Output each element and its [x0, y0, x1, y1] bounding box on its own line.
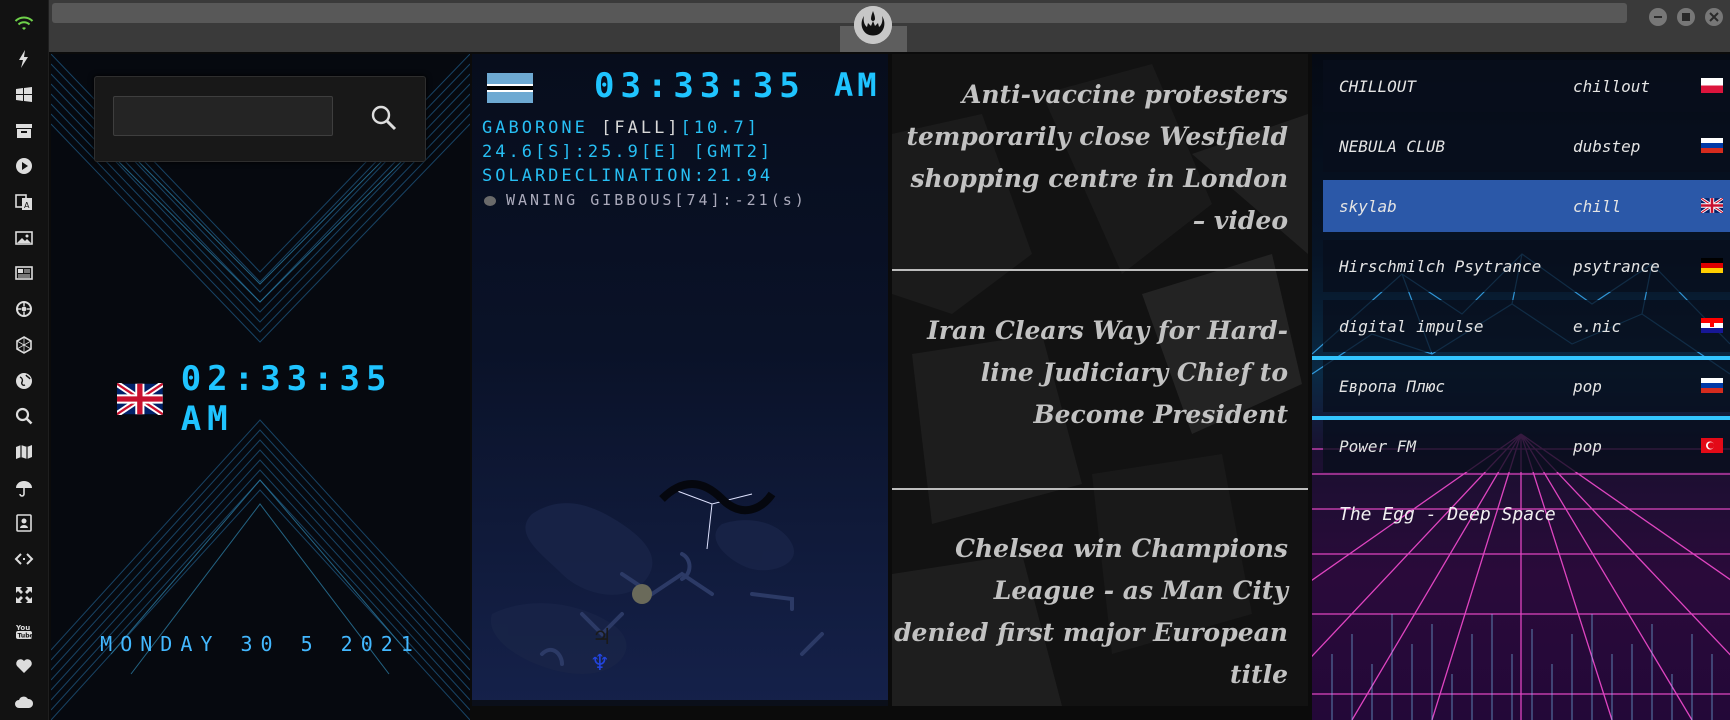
- coords-line: 24.6[S]:25.9[E] [GMT2]: [482, 142, 774, 162]
- wifi-icon[interactable]: [11, 11, 37, 36]
- cloud-icon[interactable]: [11, 689, 37, 714]
- local-clock: 02:33:35 AM: [117, 359, 470, 439]
- location-line: GABORONE [FALL][10.7]: [482, 118, 760, 138]
- russia-flag-icon: [1701, 378, 1723, 393]
- news-headline[interactable]: Anti-vaccine protesters temporarily clos…: [892, 74, 1308, 242]
- svg-text:A: A: [24, 201, 30, 210]
- radio-station[interactable]: Hirschmilch Psytrance psytrance: [1323, 240, 1730, 292]
- day-length: [10.7]: [680, 118, 760, 138]
- station-name: Hirschmilch Psytrance: [1339, 256, 1542, 276]
- station-genre: chillout: [1573, 76, 1651, 96]
- uk-flag-icon: [117, 383, 163, 415]
- code-icon[interactable]: [11, 547, 37, 572]
- world-clock-panel: ♃ ♆ 03:33:35 AM GABORONE [FALL][10.7] 24…: [472, 54, 888, 706]
- minimize-icon[interactable]: [1649, 8, 1667, 26]
- archive-icon[interactable]: [11, 118, 37, 143]
- botswana-flag-icon: [487, 73, 533, 103]
- map-icon[interactable]: [11, 439, 37, 464]
- contact-card-icon[interactable]: [11, 511, 37, 536]
- station-genre: dubstep: [1573, 136, 1641, 156]
- moon-suffix: (s): [770, 191, 807, 209]
- play-icon[interactable]: [11, 154, 37, 179]
- gear-wheel-icon[interactable]: [11, 297, 37, 322]
- maximize-icon[interactable]: [1677, 8, 1695, 26]
- hexagon-icon[interactable]: [11, 332, 37, 357]
- news-panel: Anti-vaccine protesters temporarily clos…: [892, 54, 1308, 706]
- expand-icon[interactable]: [11, 582, 37, 607]
- svg-text:Tube: Tube: [18, 632, 34, 639]
- moon-phase: WANING GIBBOUS[74]:-21: [506, 191, 771, 209]
- now-playing: The Egg - Deep Space: [1339, 504, 1556, 525]
- germany-flag-icon: [1701, 258, 1723, 273]
- radio-station[interactable]: Power FM pop: [1323, 420, 1730, 472]
- station-genre: chill: [1573, 196, 1622, 216]
- svg-text:♆: ♆: [590, 651, 610, 676]
- turkey-flag-icon: [1701, 438, 1723, 453]
- search-input[interactable]: [113, 96, 333, 136]
- poland-flag-icon: [1701, 78, 1723, 93]
- moon-icon: [484, 195, 496, 206]
- city-name: GABORONE: [482, 118, 602, 138]
- station-name: skylab: [1339, 196, 1397, 216]
- news-headline[interactable]: Chelsea win Champions League - as Man Ci…: [892, 528, 1308, 696]
- station-name: Европа Плюс: [1339, 376, 1445, 396]
- radio-station[interactable]: NEBULA CLUB dubstep: [1323, 120, 1730, 172]
- youtube-icon[interactable]: You Tube: [11, 618, 37, 643]
- radio-station[interactable]: CHILLOUT chillout: [1323, 60, 1730, 112]
- local-date: MONDAY 30 5 2021: [100, 632, 421, 656]
- umbrella-icon[interactable]: [11, 475, 37, 500]
- radio-station[interactable]: Европа Плюс pop: [1323, 360, 1730, 412]
- lightning-icon[interactable]: [11, 47, 37, 72]
- moon-phase-line: WANING GIBBOUS[74]:-21(s): [484, 191, 807, 209]
- local-clock-panel: 02:33:35 AM MONDAY 30 5 2021: [51, 54, 470, 720]
- radio-station[interactable]: digital impulse e.nic: [1323, 300, 1730, 352]
- station-genre: pop: [1573, 376, 1602, 396]
- windows-icon[interactable]: [11, 82, 37, 107]
- close-icon[interactable]: [1705, 8, 1723, 26]
- sidebar: A You Tube: [0, 0, 49, 720]
- title-track[interactable]: [52, 3, 1627, 23]
- translate-icon[interactable]: A: [11, 190, 37, 215]
- radio-panel: CHILLOUT chillout NEBULA CLUB dubstep sk…: [1312, 54, 1730, 720]
- world-ampm: AM: [834, 66, 881, 104]
- station-name: NEBULA CLUB: [1339, 136, 1445, 156]
- world-time: 03:33:35: [594, 66, 806, 106]
- search-button[interactable]: [369, 103, 399, 133]
- radio-station-active[interactable]: skylab chill: [1323, 180, 1730, 232]
- svg-text:♃: ♃: [592, 625, 612, 650]
- news-divider: [892, 488, 1308, 490]
- news-divider: [892, 269, 1308, 271]
- globe-icon[interactable]: [11, 368, 37, 393]
- declination-line: SOLARDECLINATION:21.94: [482, 166, 774, 186]
- station-genre: pop: [1573, 436, 1602, 456]
- heart-icon[interactable]: [11, 654, 37, 679]
- uk-flag-icon: [1701, 198, 1723, 213]
- croatia-flag-icon: [1701, 318, 1723, 333]
- image-icon[interactable]: [11, 225, 37, 250]
- news-headline[interactable]: Iran Clears Way for Hard-line Judiciary …: [892, 310, 1308, 436]
- news-icon[interactable]: [11, 261, 37, 286]
- station-name: digital impulse: [1339, 316, 1484, 336]
- russia-flag-icon: [1701, 138, 1723, 153]
- search-icon: [371, 105, 397, 131]
- panel-footer: [472, 700, 888, 706]
- station-name: CHILLOUT: [1339, 76, 1417, 96]
- svg-text:You: You: [15, 624, 30, 632]
- station-genre: psytrance: [1573, 256, 1660, 276]
- search-icon[interactable]: [11, 404, 37, 429]
- search-box: [94, 76, 426, 162]
- station-name: Power FM: [1339, 436, 1417, 456]
- station-genre: e.nic: [1573, 316, 1622, 336]
- season: [FALL]: [601, 118, 681, 138]
- rebel-alliance-logo[interactable]: [854, 6, 892, 44]
- local-time: 02:33:35 AM: [180, 359, 393, 439]
